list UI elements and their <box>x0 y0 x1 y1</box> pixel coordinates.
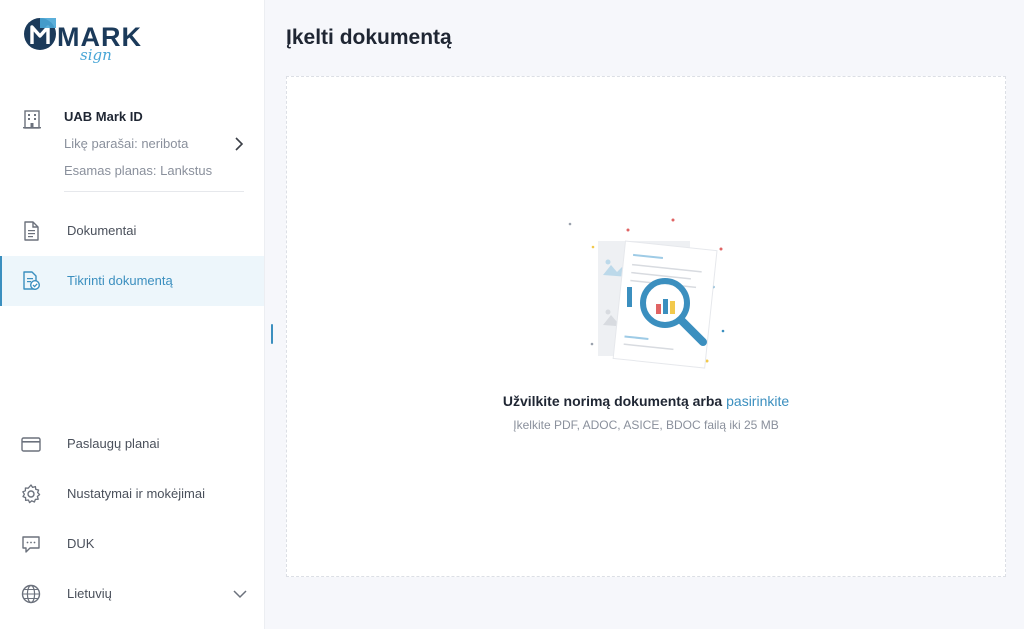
divider <box>64 191 244 192</box>
chat-icon <box>22 536 40 553</box>
company-switcher[interactable]: UAB Mark ID Likę parašai: neribota Esama… <box>0 100 265 192</box>
language-label: Lietuvių <box>67 586 112 601</box>
current-plan: Esamas planas: Lankstus <box>64 163 213 178</box>
language-selector[interactable]: Lietuvių <box>0 569 264 619</box>
logo-script: sign <box>80 46 112 64</box>
building-icon <box>23 110 41 129</box>
page-title: Įkelti dokumentą <box>286 26 452 49</box>
verify-document-icon <box>23 271 41 291</box>
company-name: UAB Mark ID <box>64 109 143 124</box>
sidebar-item-label: DUK <box>67 536 95 551</box>
upload-dropzone[interactable]: Užvilkite norimą dokumentą arba pasirink… <box>286 76 1006 577</box>
choose-file-link[interactable]: pasirinkite <box>726 393 789 409</box>
drop-instructions: Užvilkite norimą dokumentą arba pasirink… <box>287 393 1005 409</box>
signatures-left: Likę parašai: neribota <box>64 136 189 151</box>
sidebar-item-label: Nustatymai ir mokėjimai <box>67 486 205 501</box>
drop-hint: Įkelkite PDF, ADOC, ASICE, BDOC failą ik… <box>513 418 779 432</box>
sidebar-item-settings[interactable]: Nustatymai ir mokėjimai <box>0 469 264 519</box>
sidebar-item-service-plans[interactable]: Paslaugų planai <box>0 419 264 469</box>
document-search-icon <box>568 218 725 369</box>
card-icon <box>21 437 41 452</box>
chevron-down-icon <box>233 590 247 599</box>
drop-text: Užvilkite norimą dokumentą arba <box>502 393 723 409</box>
sidebar-item-documents[interactable]: Dokumentai <box>0 206 264 256</box>
logo[interactable]: MARK sign <box>23 16 141 70</box>
sidebar-item-verify-document[interactable]: Tikrinti dokumentą <box>0 256 264 306</box>
globe-icon <box>21 584 41 604</box>
sidebar-item-label: Dokumentai <box>67 223 137 238</box>
sidebar-item-label: Paslaugų planai <box>67 436 160 451</box>
chevron-right-icon <box>235 137 244 151</box>
sidebar-resize-handle[interactable] <box>271 324 273 344</box>
sidebar-item-faq[interactable]: DUK <box>0 519 264 569</box>
gear-icon <box>22 484 41 504</box>
sidebar: MARK sign UAB Mark ID Likę parašai: neri… <box>0 0 265 629</box>
sidebar-item-label: Tikrinti dokumentą <box>67 273 173 288</box>
document-icon <box>24 221 39 241</box>
